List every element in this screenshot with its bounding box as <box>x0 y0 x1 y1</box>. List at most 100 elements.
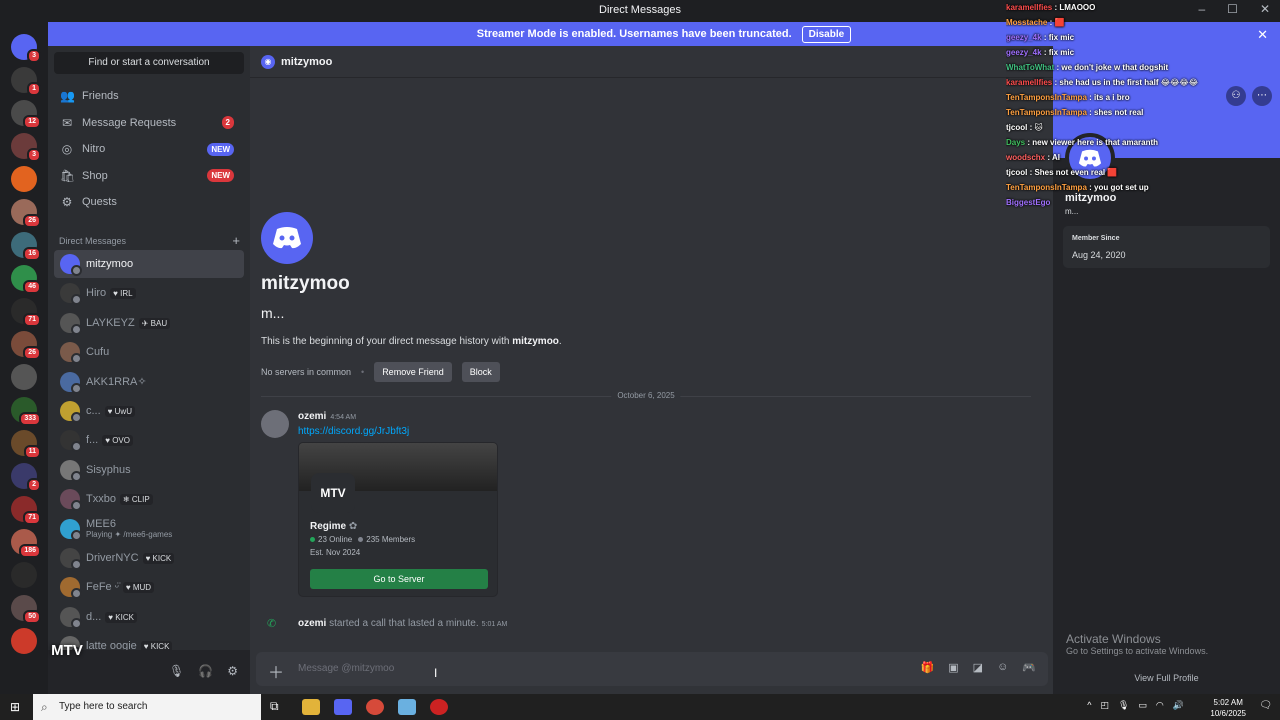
nav-item-shop[interactable]: 🛍 Shop NEW <box>54 164 244 188</box>
message-author[interactable]: ozemi 4:54 AM <box>298 411 356 422</box>
volume-icon[interactable]: 🔊 <box>1173 700 1184 711</box>
gif-icon[interactable]: ▣ <box>948 661 958 674</box>
server-badge: 71 <box>23 313 41 327</box>
banner-close-icon[interactable]: ✕ <box>1257 27 1268 43</box>
dm-item[interactable]: Hiro ♥ IRL <box>54 279 244 307</box>
nav-item-message-requests[interactable]: ✉ Message Requests 2 <box>54 111 244 135</box>
taskbar-search[interactable]: Type here to search <box>33 694 261 720</box>
chat-message: we don't joke w that dogshit <box>1061 63 1169 72</box>
nav-label: Shop <box>82 169 108 182</box>
dm-heading: Direct Messages <box>59 236 127 246</box>
wifi-icon[interactable]: ◠ <box>1156 700 1164 711</box>
gift-icon[interactable]: 🎁 <box>921 661 935 674</box>
online-count: 23 Online <box>310 535 352 544</box>
tray-chevron-icon[interactable]: ^ <box>1087 700 1091 711</box>
server-icon[interactable]: 26 <box>11 199 41 228</box>
dm-item[interactable]: FeFe ᵕ̈ ♥ MUD <box>54 573 244 601</box>
emoji-icon[interactable]: ☺ <box>997 661 1008 674</box>
server-icon[interactable]: 26 <box>11 331 41 360</box>
dm-name: MEE6 <box>86 518 116 531</box>
chat-username: BiggestEgo <box>1006 198 1051 207</box>
dm-item[interactable]: Txxbo ❄ CLIP <box>54 485 244 513</box>
activate-sub: Go to Settings to activate Windows. <box>1066 646 1209 656</box>
dm-item[interactable]: f... ♥ OVO <box>54 426 244 454</box>
server-icon[interactable] <box>11 562 37 588</box>
server-icon[interactable]: 12 <box>11 100 41 129</box>
server-badge: 16 <box>23 247 41 261</box>
avatar <box>60 459 82 482</box>
server-icon[interactable]: 16 <box>11 232 41 261</box>
file-explorer-icon[interactable] <box>302 699 320 715</box>
dm-item[interactable]: mitzymoo <box>54 250 244 278</box>
message-input[interactable]: Message @mitzymoo <box>298 663 394 674</box>
message-avatar[interactable] <box>261 410 289 438</box>
friends-icon: 👥 <box>60 89 75 103</box>
activate-title: Activate Windows <box>1066 632 1161 646</box>
intro-text-post: . <box>558 336 562 347</box>
close-window-icon[interactable]: ✕ <box>1260 2 1270 16</box>
disable-streamer-button[interactable]: Disable <box>801 25 852 43</box>
taskbar-clock[interactable]: 5:02 AM 10/6/2025 <box>1210 697 1246 719</box>
server-icon[interactable]: 46 <box>11 265 41 294</box>
member-since-card: Member Since Aug 24, 2020 <box>1063 226 1270 268</box>
remove-friend-button[interactable]: Remove Friend <box>374 362 452 382</box>
server-icon[interactable] <box>11 364 37 390</box>
windows-start-icon[interactable]: ⊞ <box>10 700 20 714</box>
invite-link[interactable]: https://discord.gg/JrJbft3j <box>298 426 409 437</box>
notifications-icon[interactable]: 🗨 <box>1259 700 1272 711</box>
settings-gear-icon[interactable]: ⚙ <box>227 664 238 678</box>
dm-item[interactable]: DriverNYC ♥ KICK <box>54 544 244 572</box>
channel-header: ◉ mitzymoo <box>250 46 1053 78</box>
server-icon[interactable]: 71 <box>11 496 41 525</box>
call-author[interactable]: ozemi <box>298 618 326 629</box>
battery-icon[interactable]: ▭ <box>1138 700 1147 711</box>
app-icon[interactable] <box>398 699 416 715</box>
member-since-value: Aug 24, 2020 <box>1072 250 1126 260</box>
server-icon[interactable]: 3 <box>11 34 41 63</box>
message-composer[interactable]: ＋ Message @mitzymoo 🎁 ▣ ◪ ☺ 🎮 <box>256 652 1048 686</box>
avatar <box>60 548 82 570</box>
server-icon[interactable]: 3 <box>11 133 41 162</box>
find-conversation-button[interactable]: Find or start a conversation <box>54 52 244 74</box>
mic-tray-icon[interactable]: 🎙 <box>1118 700 1129 711</box>
dm-item[interactable]: MEE6 Playing ✦ /mee6-games <box>54 515 244 543</box>
server-icon[interactable] <box>11 166 37 192</box>
block-button[interactable]: Block <box>461 362 500 382</box>
dm-name: Sisyphus <box>86 463 131 476</box>
nav-item-quests[interactable]: ⚙ Quests <box>54 190 244 214</box>
server-icon[interactable]: 71 <box>11 298 41 327</box>
server-icon[interactable]: 333 <box>11 397 41 426</box>
dm-item[interactable]: Cufu <box>54 338 244 366</box>
go-to-server-button[interactable]: Go to Server <box>310 569 488 589</box>
nav-item-nitro[interactable]: ◎ Nitro NEW <box>54 137 244 161</box>
sticker-icon[interactable]: ◪ <box>973 661 983 674</box>
chat-area: ◉ mitzymoo mitzymoo m... This is the beg… <box>250 46 1053 694</box>
task-view-icon[interactable]: ⧉ <box>270 699 288 715</box>
dm-name: FeFe ᵕ̈ <box>86 581 119 594</box>
server-icon[interactable]: 186 <box>11 529 41 558</box>
activities-icon[interactable]: 🎮 <box>1022 661 1036 674</box>
author-name[interactable]: ozemi <box>298 411 326 422</box>
dm-item[interactable]: c... ♥ UwU <box>54 397 244 425</box>
network-icon[interactable]: ◰ <box>1100 700 1109 711</box>
server-icon: MTV <box>311 473 355 513</box>
nav-item-friends[interactable]: 👥 Friends <box>54 84 244 108</box>
create-dm-icon[interactable]: + <box>232 233 240 248</box>
dm-item[interactable]: Sisyphus <box>54 456 244 484</box>
dm-item[interactable]: LAYKEYZ ✈ BAU <box>54 309 244 337</box>
obs-icon[interactable] <box>430 699 448 715</box>
server-badge: 26 <box>23 346 41 360</box>
attach-plus-icon[interactable]: ＋ <box>268 659 284 683</box>
avatar <box>60 342 82 365</box>
dm-item[interactable]: AKK1RRA✧ <box>54 368 244 396</box>
chrome-icon[interactable] <box>366 699 384 715</box>
server-icon[interactable]: 1 <box>11 67 41 96</box>
discord-app-icon[interactable] <box>334 699 352 715</box>
headphones-icon[interactable]: 🎧 <box>198 664 213 678</box>
view-full-profile-link[interactable]: View Full Profile <box>1053 673 1280 683</box>
microphone-icon[interactable]: 🎙 <box>169 664 184 678</box>
server-icon[interactable]: 2 <box>11 463 41 492</box>
more-options-icon[interactable]: ⋯ <box>1252 86 1272 106</box>
server-icon[interactable]: 11 <box>11 430 41 459</box>
dm-activity: Playing ✦ /mee6-games <box>86 530 173 540</box>
